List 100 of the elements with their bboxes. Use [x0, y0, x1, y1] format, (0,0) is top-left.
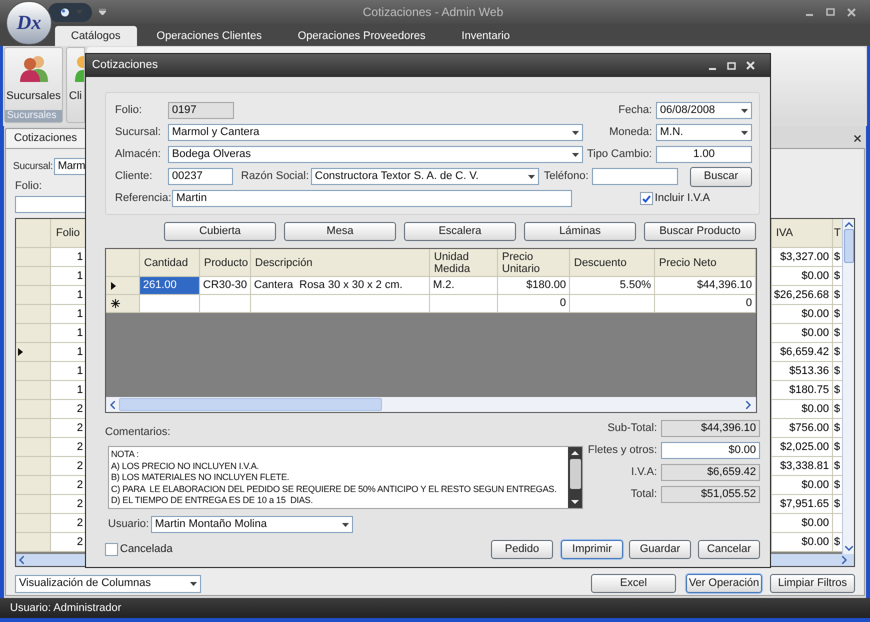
- button[interactable]: Escalera: [404, 222, 516, 241]
- checkbox-label[interactable]: Incluir I.V.A: [654, 190, 710, 207]
- field-label: Sucursal:: [115, 125, 162, 140]
- caret-icon[interactable]: [190, 582, 197, 586]
- table-cell[interactable]: [251, 295, 430, 313]
- button[interactable]: Imprimir: [561, 540, 623, 559]
- dropdown-field[interactable]: Constructora Textor S. A. de C. V.: [310, 168, 539, 185]
- table-cell[interactable]: [140, 295, 200, 313]
- button[interactable]: Láminas: [524, 222, 636, 241]
- scroll-up-icon[interactable]: [571, 450, 579, 455]
- button[interactable]: Excel: [591, 574, 676, 593]
- caret-icon[interactable]: [741, 108, 748, 112]
- dropdown-field[interactable]: M.N.: [656, 124, 752, 141]
- dropdown-field[interactable]: Marmol y Cantera: [168, 124, 583, 141]
- input-field[interactable]: [592, 168, 678, 185]
- customize-icon[interactable]: [99, 9, 106, 15]
- input-field[interactable]: Martin: [172, 190, 572, 207]
- new-row-icon: [111, 299, 120, 308]
- close-icon[interactable]: [854, 135, 861, 142]
- field-label: Sucursal:: [13, 160, 53, 174]
- table-cell: $: [834, 536, 840, 548]
- button[interactable]: Buscar Producto: [644, 222, 756, 241]
- input-field[interactable]: 00237: [168, 168, 233, 185]
- status-text: Usuario: Administrador: [10, 600, 122, 616]
- dropdown-field[interactable]: Bodega Olveras: [168, 146, 583, 163]
- scroll-left-icon[interactable]: [19, 556, 24, 564]
- search-button[interactable]: Buscar: [690, 166, 752, 186]
- input-field[interactable]: $44,396.10: [661, 420, 760, 437]
- table-cell: $: [834, 441, 840, 453]
- table-cell: $: [834, 308, 840, 320]
- input-field[interactable]: $6,659.42: [661, 464, 760, 481]
- table-cell: $: [834, 251, 840, 263]
- scroll-up-icon[interactable]: [844, 222, 852, 227]
- ribbon-button[interactable]: Sucursales: [5, 48, 62, 110]
- table-cell: $: [834, 422, 840, 434]
- scrollbar[interactable]: [842, 219, 854, 554]
- current-row-icon: [111, 282, 116, 290]
- restore-icon[interactable]: [826, 8, 835, 16]
- input-field[interactable]: 1.00: [656, 146, 752, 163]
- caret-icon[interactable]: [342, 522, 349, 526]
- dropdown-field[interactable]: Visualización de Columnas: [15, 574, 201, 592]
- scroll-thumb[interactable]: [844, 229, 854, 263]
- scrollbar[interactable]: [106, 397, 756, 412]
- caret-icon[interactable]: [528, 174, 535, 178]
- scroll-right-icon[interactable]: [842, 556, 847, 564]
- button[interactable]: Mesa: [284, 222, 396, 241]
- scroll-thumb[interactable]: [570, 459, 580, 489]
- button[interactable]: Cubierta: [164, 222, 276, 241]
- input-field[interactable]: 0197: [168, 102, 234, 119]
- field-label: Razón Social:: [241, 169, 309, 184]
- input-field[interactable]: $51,055.52: [661, 486, 760, 503]
- table-cell[interactable]: [430, 295, 498, 313]
- ribbon-tab[interactable]: Catálogos: [55, 26, 137, 46]
- checkbox[interactable]: [640, 192, 653, 205]
- comments-field[interactable]: NOTA : A) LOS PRECIO NO INCLUYEN I.V.A. B) LOS MATERIALES NO INCLUYEN FLETE. C) PARA LE ELABORACION DEL PEDIDO SE REQUIERE DE 50% ANTICIPO Y EL RESTO SEGUN ENTREGAS. D) EL TIEMPO DE ENTREGA ES DE 10 a 15 DIAS.: [108, 446, 583, 509]
- ribbon-tab[interactable]: Operaciones Proveedores: [282, 26, 442, 46]
- close-icon[interactable]: [847, 8, 856, 16]
- caret-icon[interactable]: [572, 130, 579, 134]
- current-row-icon: [18, 348, 23, 356]
- app-menu-button[interactable]: Dx: [6, 1, 52, 45]
- document-tab[interactable]: Cotizaciones: [5, 128, 86, 148]
- button[interactable]: Limpiar Filtros: [770, 574, 855, 593]
- scroll-down-icon[interactable]: [571, 500, 579, 505]
- people-icon: [18, 54, 48, 82]
- button[interactable]: Ver Operación: [686, 574, 762, 593]
- caret-icon[interactable]: [741, 130, 748, 134]
- dropdown-field[interactable]: 06/08/2008: [656, 102, 752, 119]
- scroll-down-icon[interactable]: [844, 546, 852, 551]
- scroll-left-icon[interactable]: [110, 400, 115, 408]
- caret-icon[interactable]: [572, 152, 579, 156]
- field-label: Cliente:: [115, 169, 154, 184]
- checkbox[interactable]: [105, 543, 118, 556]
- table-cell: $: [834, 346, 840, 358]
- button[interactable]: Pedido: [491, 540, 553, 559]
- table-cell: $: [834, 327, 840, 339]
- button[interactable]: Guardar: [629, 540, 691, 559]
- quick-access-toolbar[interactable]: [48, 2, 92, 22]
- scroll-right-icon[interactable]: [746, 400, 751, 408]
- table-cell[interactable]: 261.00: [140, 277, 200, 295]
- dropdown-field[interactable]: Martin Montaño Molina: [150, 516, 353, 533]
- field-label: Teléfono:: [544, 169, 589, 184]
- button[interactable]: Cancelar: [698, 540, 760, 559]
- globe-icon[interactable]: [60, 8, 70, 16]
- input-field[interactable]: $0.00: [661, 442, 760, 459]
- maximize-icon[interactable]: [727, 62, 736, 70]
- ribbon-tab[interactable]: Operaciones Clientes: [140, 26, 278, 46]
- field-label: Moneda:: [609, 125, 652, 140]
- table-cell[interactable]: [570, 295, 655, 313]
- table-cell[interactable]: [200, 295, 251, 313]
- ribbon-button[interactable]: Cli: [66, 47, 85, 123]
- ribbon-tab[interactable]: Inventario: [446, 26, 526, 46]
- table-cell: $: [834, 365, 840, 377]
- checkbox-label[interactable]: Cancelada: [120, 541, 173, 558]
- window-title: Cotizaciones - Admin Web: [362, 4, 504, 21]
- field-label: Folio:: [115, 103, 143, 118]
- table-cell: $: [834, 270, 840, 282]
- scroll-thumb[interactable]: [119, 398, 382, 411]
- table-cell[interactable]: 0: [498, 295, 570, 313]
- table-cell: $: [834, 498, 840, 510]
- table-cell[interactable]: 0: [655, 295, 756, 313]
